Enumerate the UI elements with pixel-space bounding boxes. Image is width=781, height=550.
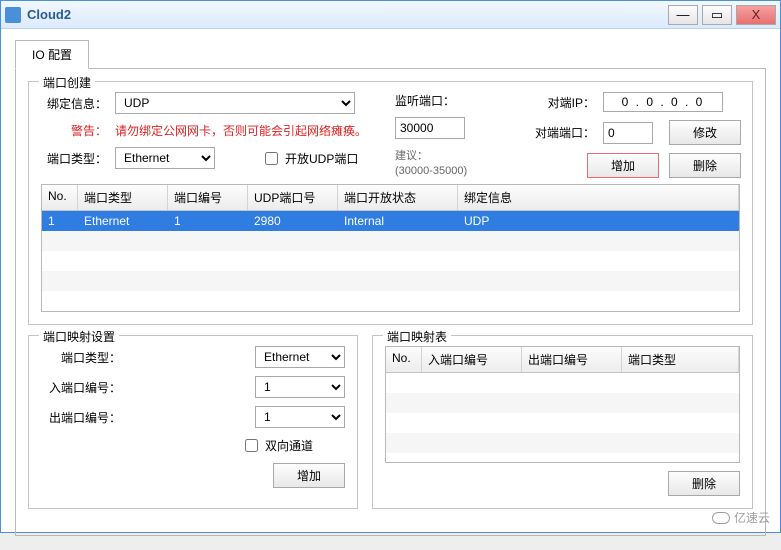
th-portno[interactable]: 端口编号 [168, 185, 248, 210]
titlebar: Cloud2 — ▭ X [1, 1, 780, 29]
select-in-port[interactable]: 1 [255, 376, 345, 398]
th-udpno[interactable]: UDP端口号 [248, 185, 338, 210]
map-table-body [385, 373, 740, 463]
minimize-button[interactable]: — [668, 5, 698, 25]
window-title: Cloud2 [27, 7, 668, 22]
legend-port-create: 端口创建 [39, 74, 95, 91]
table-row[interactable]: 1 Ethernet 1 2980 Internal UDP [42, 211, 739, 231]
cloud-icon [712, 512, 730, 524]
label-suggest-range: (30000-35000) [395, 165, 467, 177]
group-port-map-table: 端口映射表 No. 入端口编号 出端口编号 端口类型 删除 [372, 335, 753, 509]
map-delete-button[interactable]: 删除 [668, 471, 740, 496]
label-suggest: 建议： [395, 150, 428, 162]
label-port-type: 端口类型： [41, 150, 107, 167]
watermark: 亿速云 [712, 509, 770, 526]
th-map-out[interactable]: 出端口编号 [522, 347, 622, 372]
close-button[interactable]: X [736, 5, 776, 25]
label-warning: 警告： [41, 122, 107, 139]
select-out-port[interactable]: 1 [255, 406, 345, 428]
th-type[interactable]: 端口类型 [78, 185, 168, 210]
warning-text: 请勿绑定公网网卡，否则可能会引起网络瘫痪。 [115, 122, 367, 139]
legend-port-map: 端口映射设置 [39, 328, 119, 345]
app-icon [5, 7, 21, 23]
legend-map-table: 端口映射表 [383, 328, 451, 345]
select-map-port-type[interactable]: Ethernet [255, 346, 345, 368]
th-no[interactable]: No. [42, 185, 78, 210]
maximize-button[interactable]: ▭ [702, 5, 732, 25]
label-listen-port: 监听端口： [395, 92, 455, 109]
checkbox-bidir-input[interactable] [245, 439, 258, 452]
group-port-create: 端口创建 绑定信息： UDP 警告： 请勿绑定公网网卡，否则可能会引起网络瘫痪。… [28, 81, 753, 325]
delete-button[interactable]: 删除 [669, 153, 741, 178]
table-ports: No. 端口类型 端口编号 UDP端口号 端口开放状态 绑定信息 1 Ether… [41, 184, 740, 312]
tab-io-config[interactable]: IO 配置 [15, 40, 89, 69]
map-add-button[interactable]: 增加 [273, 463, 345, 488]
checkbox-bidir[interactable]: 双向通道 [241, 436, 313, 455]
th-bind[interactable]: 绑定信息 [458, 185, 739, 210]
label-in-port: 入端口编号： [41, 379, 121, 396]
th-openstate[interactable]: 端口开放状态 [338, 185, 458, 210]
checkbox-open-udp[interactable]: 开放UDP端口 [261, 149, 358, 168]
select-port-type[interactable]: Ethernet [115, 147, 215, 169]
modify-button[interactable]: 修改 [669, 120, 741, 145]
label-bind-info: 绑定信息： [41, 95, 107, 112]
th-map-in[interactable]: 入端口编号 [422, 347, 522, 372]
select-bind-info[interactable]: UDP [115, 92, 355, 114]
th-map-type[interactable]: 端口类型 [622, 347, 739, 372]
label-out-port: 出端口编号： [41, 409, 121, 426]
label-map-port-type: 端口类型： [41, 349, 121, 366]
group-port-map-settings: 端口映射设置 端口类型： Ethernet 入端口编号： 1 出端口编号： [28, 335, 358, 509]
input-peer-ip[interactable]: 0 . 0 . 0 . 0 [603, 92, 723, 112]
label-open-udp: 开放UDP端口 [285, 150, 358, 167]
th-map-no[interactable]: No. [386, 347, 422, 372]
input-listen-port[interactable] [395, 117, 465, 139]
label-bidir: 双向通道 [265, 437, 313, 454]
label-peer-port: 对端端口： [529, 124, 595, 141]
input-peer-port[interactable] [603, 122, 653, 144]
checkbox-open-udp-input[interactable] [265, 152, 278, 165]
add-button[interactable]: 增加 [587, 153, 659, 178]
label-peer-ip: 对端IP： [529, 94, 595, 111]
